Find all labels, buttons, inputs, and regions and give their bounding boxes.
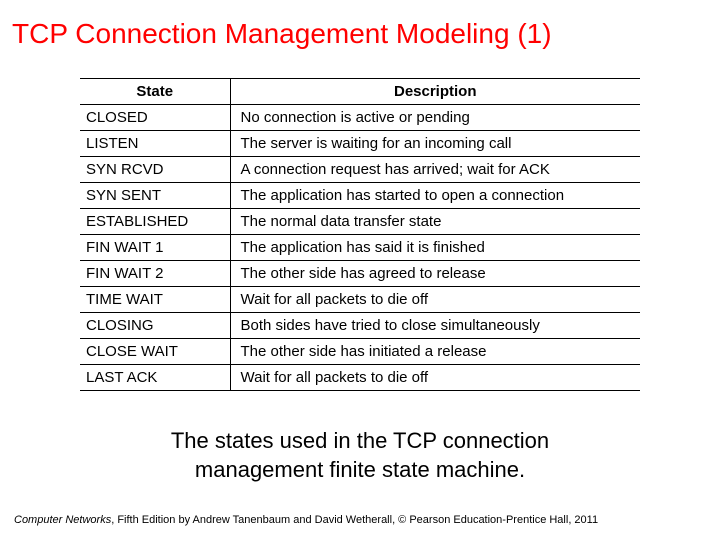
cell-state: LISTEN (80, 131, 230, 157)
table-row: FIN WAIT 1The application has said it is… (80, 235, 640, 261)
header-state: State (80, 79, 230, 105)
table-row: CLOSINGBoth sides have tried to close si… (80, 313, 640, 339)
caption-line-2: management finite state machine. (10, 456, 710, 485)
cell-state: SYN RCVD (80, 157, 230, 183)
cell-state: TIME WAIT (80, 287, 230, 313)
footer-credit: Computer Networks, Fifth Edition by Andr… (14, 514, 706, 526)
cell-state: FIN WAIT 2 (80, 261, 230, 287)
table-row: CLOSE WAITThe other side has initiated a… (80, 339, 640, 365)
cell-state: CLOSING (80, 313, 230, 339)
table-row: CLOSEDNo connection is active or pending (80, 105, 640, 131)
states-table: State Description CLOSEDNo connection is… (80, 78, 640, 391)
table-row: SYN RCVDA connection request has arrived… (80, 157, 640, 183)
footer-rest: , Fifth Edition by Andrew Tanenbaum and … (111, 514, 598, 526)
cell-state: LAST ACK (80, 365, 230, 391)
table-row: LISTENThe server is waiting for an incom… (80, 131, 640, 157)
cell-description: The application has said it is finished (230, 235, 640, 261)
cell-description: Wait for all packets to die off (230, 365, 640, 391)
cell-state: CLOSE WAIT (80, 339, 230, 365)
cell-state: SYN SENT (80, 183, 230, 209)
cell-description: A connection request has arrived; wait f… (230, 157, 640, 183)
caption-line-1: The states used in the TCP connection (10, 427, 710, 456)
cell-description: The other side has initiated a release (230, 339, 640, 365)
table-row: LAST ACKWait for all packets to die off (80, 365, 640, 391)
table-container: State Description CLOSEDNo connection is… (10, 78, 710, 391)
cell-description: Wait for all packets to die off (230, 287, 640, 313)
cell-description: No connection is active or pending (230, 105, 640, 131)
cell-description: The other side has agreed to release (230, 261, 640, 287)
table-row: TIME WAITWait for all packets to die off (80, 287, 640, 313)
table-header-row: State Description (80, 79, 640, 105)
cell-state: ESTABLISHED (80, 209, 230, 235)
cell-state: CLOSED (80, 105, 230, 131)
caption: The states used in the TCP connection ma… (10, 427, 710, 484)
table-row: FIN WAIT 2The other side has agreed to r… (80, 261, 640, 287)
cell-description: The application has started to open a co… (230, 183, 640, 209)
table-body: CLOSEDNo connection is active or pending… (80, 105, 640, 391)
cell-description: The normal data transfer state (230, 209, 640, 235)
book-title: Computer Networks (14, 514, 111, 526)
page-title: TCP Connection Management Modeling (1) (10, 18, 710, 50)
header-description: Description (230, 79, 640, 105)
cell-description: The server is waiting for an incoming ca… (230, 131, 640, 157)
cell-state: FIN WAIT 1 (80, 235, 230, 261)
table-row: SYN SENTThe application has started to o… (80, 183, 640, 209)
cell-description: Both sides have tried to close simultane… (230, 313, 640, 339)
table-row: ESTABLISHEDThe normal data transfer stat… (80, 209, 640, 235)
